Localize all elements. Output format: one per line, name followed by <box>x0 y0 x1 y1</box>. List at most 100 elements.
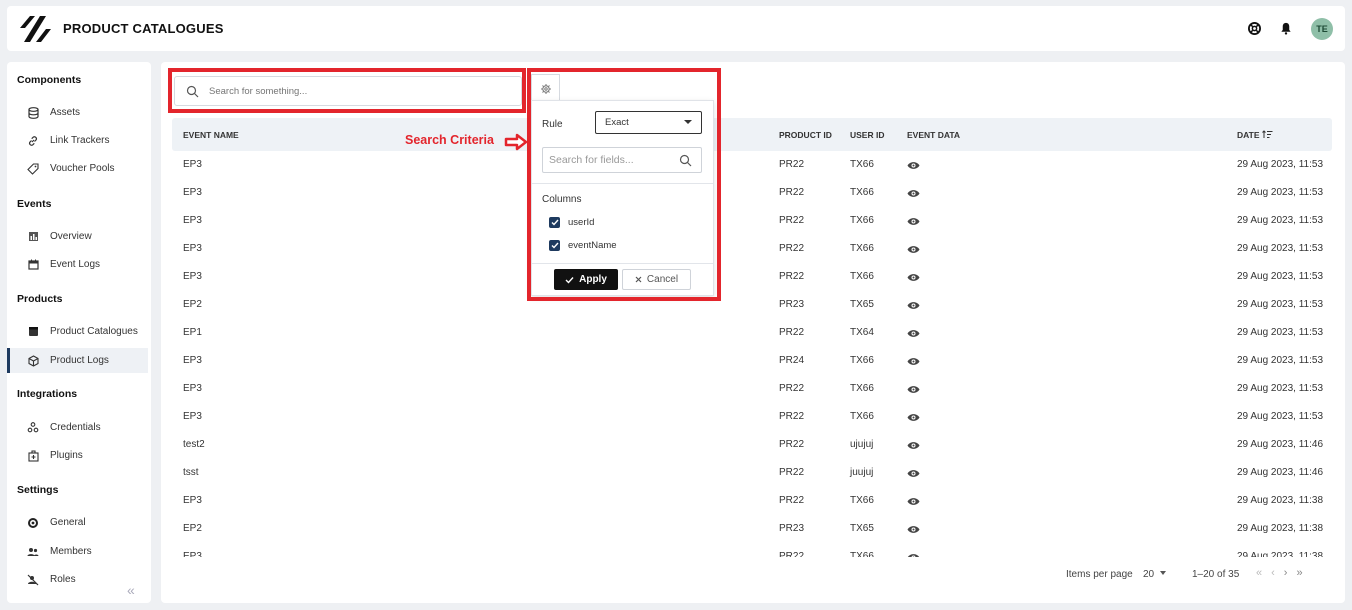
table-row[interactable]: EP3 PR22 TX66 29 Aug 2023, 11:53 <box>172 236 1332 264</box>
top-bar: PRODUCT CATALOGUES TE <box>7 6 1345 51</box>
table-row[interactable]: EP3 PR22 TX66 29 Aug 2023, 11:53 <box>172 376 1332 404</box>
eye-icon[interactable] <box>907 441 920 453</box>
cell-user-id: TX66 <box>850 215 874 226</box>
column-header-date[interactable]: DATE <box>1237 130 1273 140</box>
bell-icon[interactable] <box>1279 22 1293 36</box>
sidebar-item-general[interactable]: General <box>7 510 148 535</box>
cell-product-id: PR22 <box>779 383 805 394</box>
avatar[interactable]: TE <box>1311 17 1333 40</box>
cell-event-name: tsst <box>183 467 199 478</box>
eye-icon[interactable] <box>907 525 920 537</box>
eye-icon[interactable] <box>907 189 920 201</box>
database-icon <box>26 106 40 120</box>
table-row[interactable]: EP3 PR22 TX66 29 Aug 2023, 11:53 <box>172 180 1332 208</box>
gear-icon <box>26 516 40 530</box>
sidebar-item-overview[interactable]: Overview <box>7 224 148 249</box>
column-header-product-id[interactable]: PRODUCT ID <box>779 130 832 140</box>
cell-event-name: EP1 <box>183 327 202 338</box>
sidebar-item-plugins[interactable]: Plugins <box>7 443 148 468</box>
next-page-icon[interactable]: › <box>1284 567 1297 579</box>
eye-icon[interactable] <box>907 413 920 425</box>
table-row[interactable]: EP2 PR23 TX65 29 Aug 2023, 11:38 <box>172 516 1332 544</box>
eye-icon[interactable] <box>907 553 920 557</box>
sidebar-item-label: Product Logs <box>50 355 109 366</box>
sidebar-item-voucher-pools[interactable]: Voucher Pools <box>7 156 148 181</box>
field-search-input[interactable]: Search for fields... <box>542 147 702 173</box>
table-row[interactable]: EP3 PR22 TX66 29 Aug 2023, 11:38 <box>172 488 1332 516</box>
table-row[interactable]: EP2 PR23 TX65 29 Aug 2023, 11:53 <box>172 292 1332 320</box>
cell-event-name: EP3 <box>183 551 202 557</box>
cell-event-name: test2 <box>183 439 205 450</box>
table-row[interactable]: EP1 PR22 TX64 29 Aug 2023, 11:53 <box>172 320 1332 348</box>
cell-date: 29 Aug 2023, 11:53 <box>1237 299 1324 310</box>
items-per-page-value: 20 <box>1143 569 1155 580</box>
table-row[interactable]: EP3 PR22 TX66 29 Aug 2023, 11:53 <box>172 208 1332 236</box>
sidebar-item-product-logs[interactable]: Product Logs <box>7 348 148 373</box>
tag-icon <box>26 162 40 176</box>
cancel-button[interactable]: Cancel <box>622 269 691 290</box>
cell-user-id: TX65 <box>850 523 874 534</box>
collapse-sidebar-icon[interactable]: « <box>127 582 135 598</box>
eye-icon[interactable] <box>907 161 920 173</box>
prev-page-icon[interactable]: ‹ <box>1271 567 1284 579</box>
main-panel: EVENT NAME PRODUCT ID USER ID EVENT DATA… <box>161 62 1345 603</box>
eye-icon[interactable] <box>907 357 920 369</box>
checkbox-checked-icon[interactable] <box>549 240 560 251</box>
column-checkbox-eventname[interactable]: eventName <box>549 240 617 251</box>
column-header-event-name[interactable]: EVENT NAME <box>183 130 239 140</box>
sidebar-item-product-catalogues[interactable]: Product Catalogues <box>7 319 148 344</box>
items-per-page-select[interactable]: 20 <box>1143 569 1166 580</box>
search-icon <box>186 85 199 98</box>
support-icon[interactable] <box>1247 22 1261 36</box>
search-icon <box>679 154 692 170</box>
eye-icon[interactable] <box>907 301 920 313</box>
cancel-label: Cancel <box>646 274 679 285</box>
eye-icon[interactable] <box>907 385 920 397</box>
cell-event-name: EP2 <box>183 523 202 534</box>
eye-icon[interactable] <box>907 469 920 481</box>
link-icon <box>26 134 40 148</box>
cell-product-id: PR22 <box>779 243 805 254</box>
plugin-icon <box>26 449 40 463</box>
table-row[interactable]: EP3 PR22 TX66 29 Aug 2023, 11:53 <box>172 264 1332 292</box>
column-checkbox-label: userId <box>568 217 595 228</box>
sidebar-item-assets[interactable]: Assets <box>7 100 148 125</box>
eye-icon[interactable] <box>907 245 920 257</box>
sort-icon[interactable] <box>1262 130 1273 139</box>
table-row[interactable]: test2 PR22 ujujuj 29 Aug 2023, 11:46 <box>172 432 1332 460</box>
eye-icon[interactable] <box>907 329 920 341</box>
apply-button[interactable]: Apply <box>554 269 618 290</box>
sidebar-item-link-trackers[interactable]: Link Trackers <box>7 128 148 153</box>
search-input[interactable] <box>209 85 509 97</box>
sidebar-item-event-logs[interactable]: Event Logs <box>7 252 148 277</box>
table-row[interactable]: EP3 PR24 TX66 29 Aug 2023, 11:53 <box>172 348 1332 376</box>
sidebar-item-label: Voucher Pools <box>50 163 115 174</box>
columns-label: Columns <box>542 194 582 205</box>
sidebar-item-credentials[interactable]: Credentials <box>7 415 148 440</box>
eye-icon[interactable] <box>907 217 920 229</box>
rule-select[interactable]: Exact <box>595 111 702 134</box>
table-row[interactable]: EP3 PR22 TX66 29 Aug 2023, 11:53 <box>172 404 1332 432</box>
table-row[interactable]: EP3 PR22 TX66 29 Aug 2023, 11:38 <box>172 544 1332 557</box>
page-range: 1–20 of 35 <box>1192 569 1240 580</box>
table-row[interactable]: tsst PR22 juujuj 29 Aug 2023, 11:46 <box>172 460 1332 488</box>
sidebar-section-events: Events <box>17 198 52 210</box>
column-checkbox-userid[interactable]: userId <box>549 217 594 228</box>
cube-icon <box>26 354 40 368</box>
column-header-user-id[interactable]: USER ID <box>850 130 884 140</box>
checkbox-checked-icon[interactable] <box>549 217 560 228</box>
table-row[interactable]: EP3 PR22 TX66 29 Aug 2023, 11:53 <box>172 152 1332 180</box>
last-page-icon[interactable]: » <box>1296 567 1311 579</box>
cell-event-name: EP3 <box>183 243 202 254</box>
search-box[interactable] <box>174 76 522 106</box>
cell-user-id: TX66 <box>850 355 874 366</box>
cell-user-id: TX64 <box>850 327 874 338</box>
column-header-event-data[interactable]: EVENT DATA <box>907 130 960 140</box>
eye-icon[interactable] <box>907 273 920 285</box>
eye-icon[interactable] <box>907 497 920 509</box>
brand-logo[interactable] <box>18 14 52 44</box>
rule-value: Exact <box>605 117 629 128</box>
first-page-icon[interactable]: « <box>1256 567 1271 579</box>
sidebar-item-members[interactable]: Members <box>7 539 148 564</box>
cell-event-name: EP3 <box>183 383 202 394</box>
